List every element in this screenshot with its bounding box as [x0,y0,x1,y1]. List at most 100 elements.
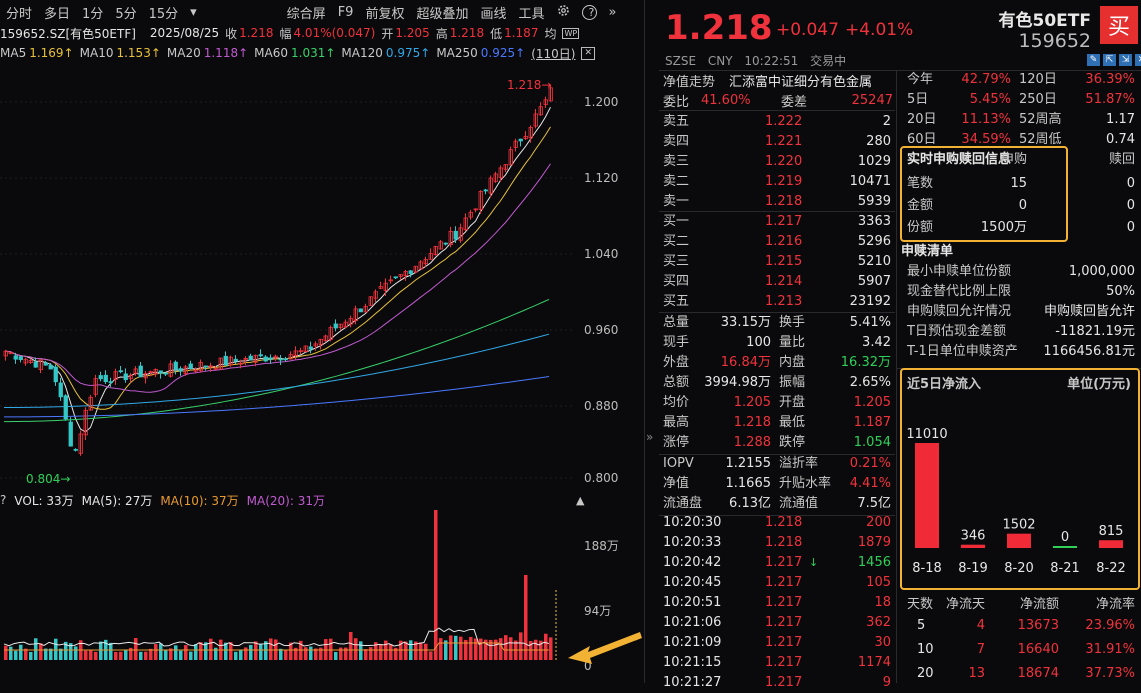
tab-intraday[interactable]: 分时 [0,3,38,22]
candle-body [258,354,263,357]
vol-collapse-icon[interactable]: ▲ [576,494,584,507]
ask-volume: 5939 [857,194,891,209]
buy-button[interactable]: 买 [1100,6,1138,44]
security-code: 159652 [1018,30,1091,52]
volume-bar [164,650,168,660]
bid-volume: 23192 [849,294,891,309]
volume-bar [364,649,368,660]
volume-bar [144,651,148,660]
volume-bar [469,636,473,660]
volume-bar [4,645,8,660]
info-column: 今年 42.79% 120日 36.39% 5日 5.45% 250日 51.87% 20日 11… [897,70,1141,683]
candle-body [263,356,268,362]
wp-icon[interactable]: WP [562,27,580,39]
volume-bar [179,650,183,660]
y-tick-label: 0.960 [584,323,618,337]
btn-f9[interactable]: F9 [332,5,360,20]
period-button[interactable]: (110日) [531,45,575,62]
tab-1min[interactable]: 1分 [76,3,109,22]
close-label: 收 [225,26,238,41]
netflow-bar [1099,540,1123,548]
volume-bar [429,651,433,660]
volume-chart[interactable]: 188万 94万 0 [0,510,645,680]
netflow-amount: 13673 [1017,618,1059,633]
netflow-category-label: 8-19 [958,561,988,576]
btn-overlay[interactable]: 超级叠加 [410,3,474,22]
volume-bar [109,642,113,660]
candle-body [53,366,58,383]
stat-label: 内盘 [779,355,806,370]
high-marker: 1.218→ [507,78,551,92]
volume-bar [209,638,213,660]
netflow-bar-label: 0 [1061,530,1069,545]
ma-legend: MA5 1.169↑ MA10 1.153↑ MA20 1.118↑ MA60 1.03… [0,44,645,62]
ma120-label: MA120 [341,46,383,60]
volume-bar [19,644,23,660]
volume-bar [404,641,408,660]
volume-bar [89,650,93,660]
ask-price: 1.221 [765,134,803,149]
window-icons: ✎ ⇱ ⇲ ✕ [1087,54,1141,66]
panel-toggle-icon[interactable]: » [646,430,658,444]
volume-bar [339,647,343,660]
btn-tools[interactable]: 工具 [512,3,550,22]
volume-bar [284,649,288,660]
candle-body [18,356,23,361]
kline-chart[interactable]: 1.200 1.120 1.040 0.960 0.880 0.800 1.21… [0,64,645,489]
netflow-category-label: 8-21 [1050,561,1080,576]
tick-time: 10:20:42 [663,555,722,570]
more-icon[interactable]: » [603,5,623,20]
volume-bar [119,651,123,660]
low-value: 1.187 [504,26,539,40]
bid-price: 1.215 [765,254,803,269]
candle-body [203,365,208,368]
sub-buy-value: 15 [1010,176,1027,191]
iopv-value: 0.21% [849,456,891,471]
candle-body [68,421,73,447]
tab-5min[interactable]: 5分 [109,3,142,22]
netflow-bar-label: 11010 [906,427,947,442]
volume-bar [29,651,33,660]
help-icon[interactable]: ? [576,4,603,20]
sub-label: 笔数 [907,176,934,191]
vol-help-icon[interactable]: ? [0,493,6,507]
netflow-bar [915,443,939,548]
close-panel-icon[interactable]: ✕ [1135,54,1141,66]
tab-15min[interactable]: 15分 [143,3,185,22]
btn-draw[interactable]: 画线 [474,3,512,22]
tab-multiday[interactable]: 多日 [38,3,76,22]
low-label: 低 [490,26,503,41]
weibi-label: 委比 [663,94,690,110]
gear-icon[interactable] [551,4,576,21]
close-icon[interactable]: ✕ [581,46,596,60]
candle-body [48,364,53,370]
candle-body [178,368,183,372]
volume-bar [239,650,243,660]
ask-price: 1.218 [765,194,803,209]
popout-icon[interactable]: ⇱ [1103,54,1116,66]
volume-bar [84,650,88,660]
candle-body [118,370,123,373]
sub-label: 份额 [907,220,934,235]
volume-bar [379,644,383,660]
nav-row[interactable]: 净值走势 汇添富中证细分有色金属 [663,70,872,90]
chart-toolbar: 分时 多日 1分 5分 15分 ▾ 综合屏 F9 前复权 超级叠加 画线 工具 … [0,0,645,24]
volume-bar [74,646,78,660]
edit-icon[interactable]: ✎ [1087,54,1100,66]
btn-fq[interactable]: 前复权 [359,3,410,22]
netflow-rate: 37.73% [1085,666,1135,681]
resize-icon[interactable]: ⇲ [1119,54,1132,66]
weicha-label: 委差 [781,94,808,110]
vol-ma10: MA(10): 37万 [160,493,239,508]
candle-body [73,448,78,451]
sub-redeem-value: 0 [1126,176,1135,191]
volume-bar [459,636,463,660]
btn-composite[interactable]: 综合屏 [281,3,332,22]
security-code: 159652.SZ[有色50ETF] [0,26,136,41]
stat-label: 跌停 [779,435,806,450]
bid-price: 1.213 [765,294,803,309]
period-dropdown-icon[interactable]: ▾ [184,5,203,20]
bid-label: 买五 [663,294,690,309]
tick-volume: 200 [866,515,891,530]
volume-bar [479,638,483,660]
